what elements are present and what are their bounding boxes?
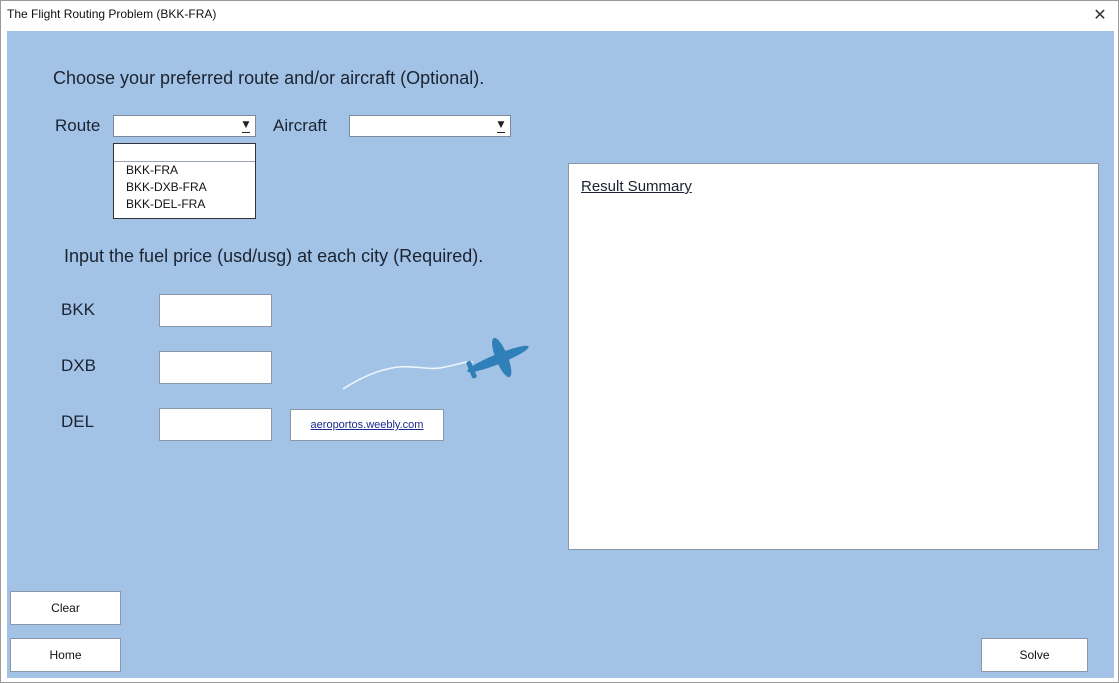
solve-button[interactable]: Solve (981, 638, 1088, 672)
chevron-down-icon[interactable]: ▼ (492, 116, 510, 136)
airplane-icon (342, 337, 529, 390)
dropdown-option-bkk-fra[interactable]: BKK-FRA (114, 162, 255, 179)
fuel-input-bkk[interactable] (159, 294, 272, 327)
fuel-input-dxb[interactable] (159, 351, 272, 384)
website-link-button[interactable]: aeroportos.weebly.com (290, 409, 444, 441)
userform-window: The Flight Routing Problem (BKK-FRA) ✕ C… (0, 0, 1119, 683)
home-button[interactable]: Home (10, 638, 121, 672)
dropdown-option-bkk-dxb-fra[interactable]: BKK-DXB-FRA (114, 179, 255, 196)
result-summary-panel: Result Summary (568, 163, 1099, 550)
title-bar[interactable]: The Flight Routing Problem (BKK-FRA) ✕ (1, 1, 1118, 29)
form-client-area: Choose your preferred route and/or aircr… (7, 31, 1114, 678)
city-label-bkk: BKK (61, 300, 96, 319)
result-summary-title: Result Summary (581, 178, 692, 195)
city-label-del: DEL (61, 412, 95, 431)
close-icon[interactable]: ✕ (1088, 4, 1112, 26)
aircraft-label: Aircraft (273, 116, 327, 135)
fuel-input-del[interactable] (159, 408, 272, 441)
chevron-down-icon[interactable]: ▼ (237, 116, 255, 136)
route-instruction: Choose your preferred route and/or aircr… (53, 68, 485, 88)
dropdown-blank-option[interactable] (114, 144, 255, 162)
dropdown-option-bkk-del-fra[interactable]: BKK-DEL-FRA (114, 196, 255, 213)
fuel-instruction: Input the fuel price (usd/usg) at each c… (64, 246, 484, 266)
route-label: Route (55, 116, 101, 135)
route-combobox[interactable]: ▼ (113, 115, 256, 137)
clear-button[interactable]: Clear (10, 591, 121, 625)
route-dropdown-list: BKK-FRA BKK-DXB-FRA BKK-DEL-FRA (113, 143, 256, 219)
city-label-dxb: DXB (61, 356, 96, 375)
aircraft-combobox[interactable]: ▼ (349, 115, 511, 137)
window-title: The Flight Routing Problem (BKK-FRA) (7, 7, 217, 21)
